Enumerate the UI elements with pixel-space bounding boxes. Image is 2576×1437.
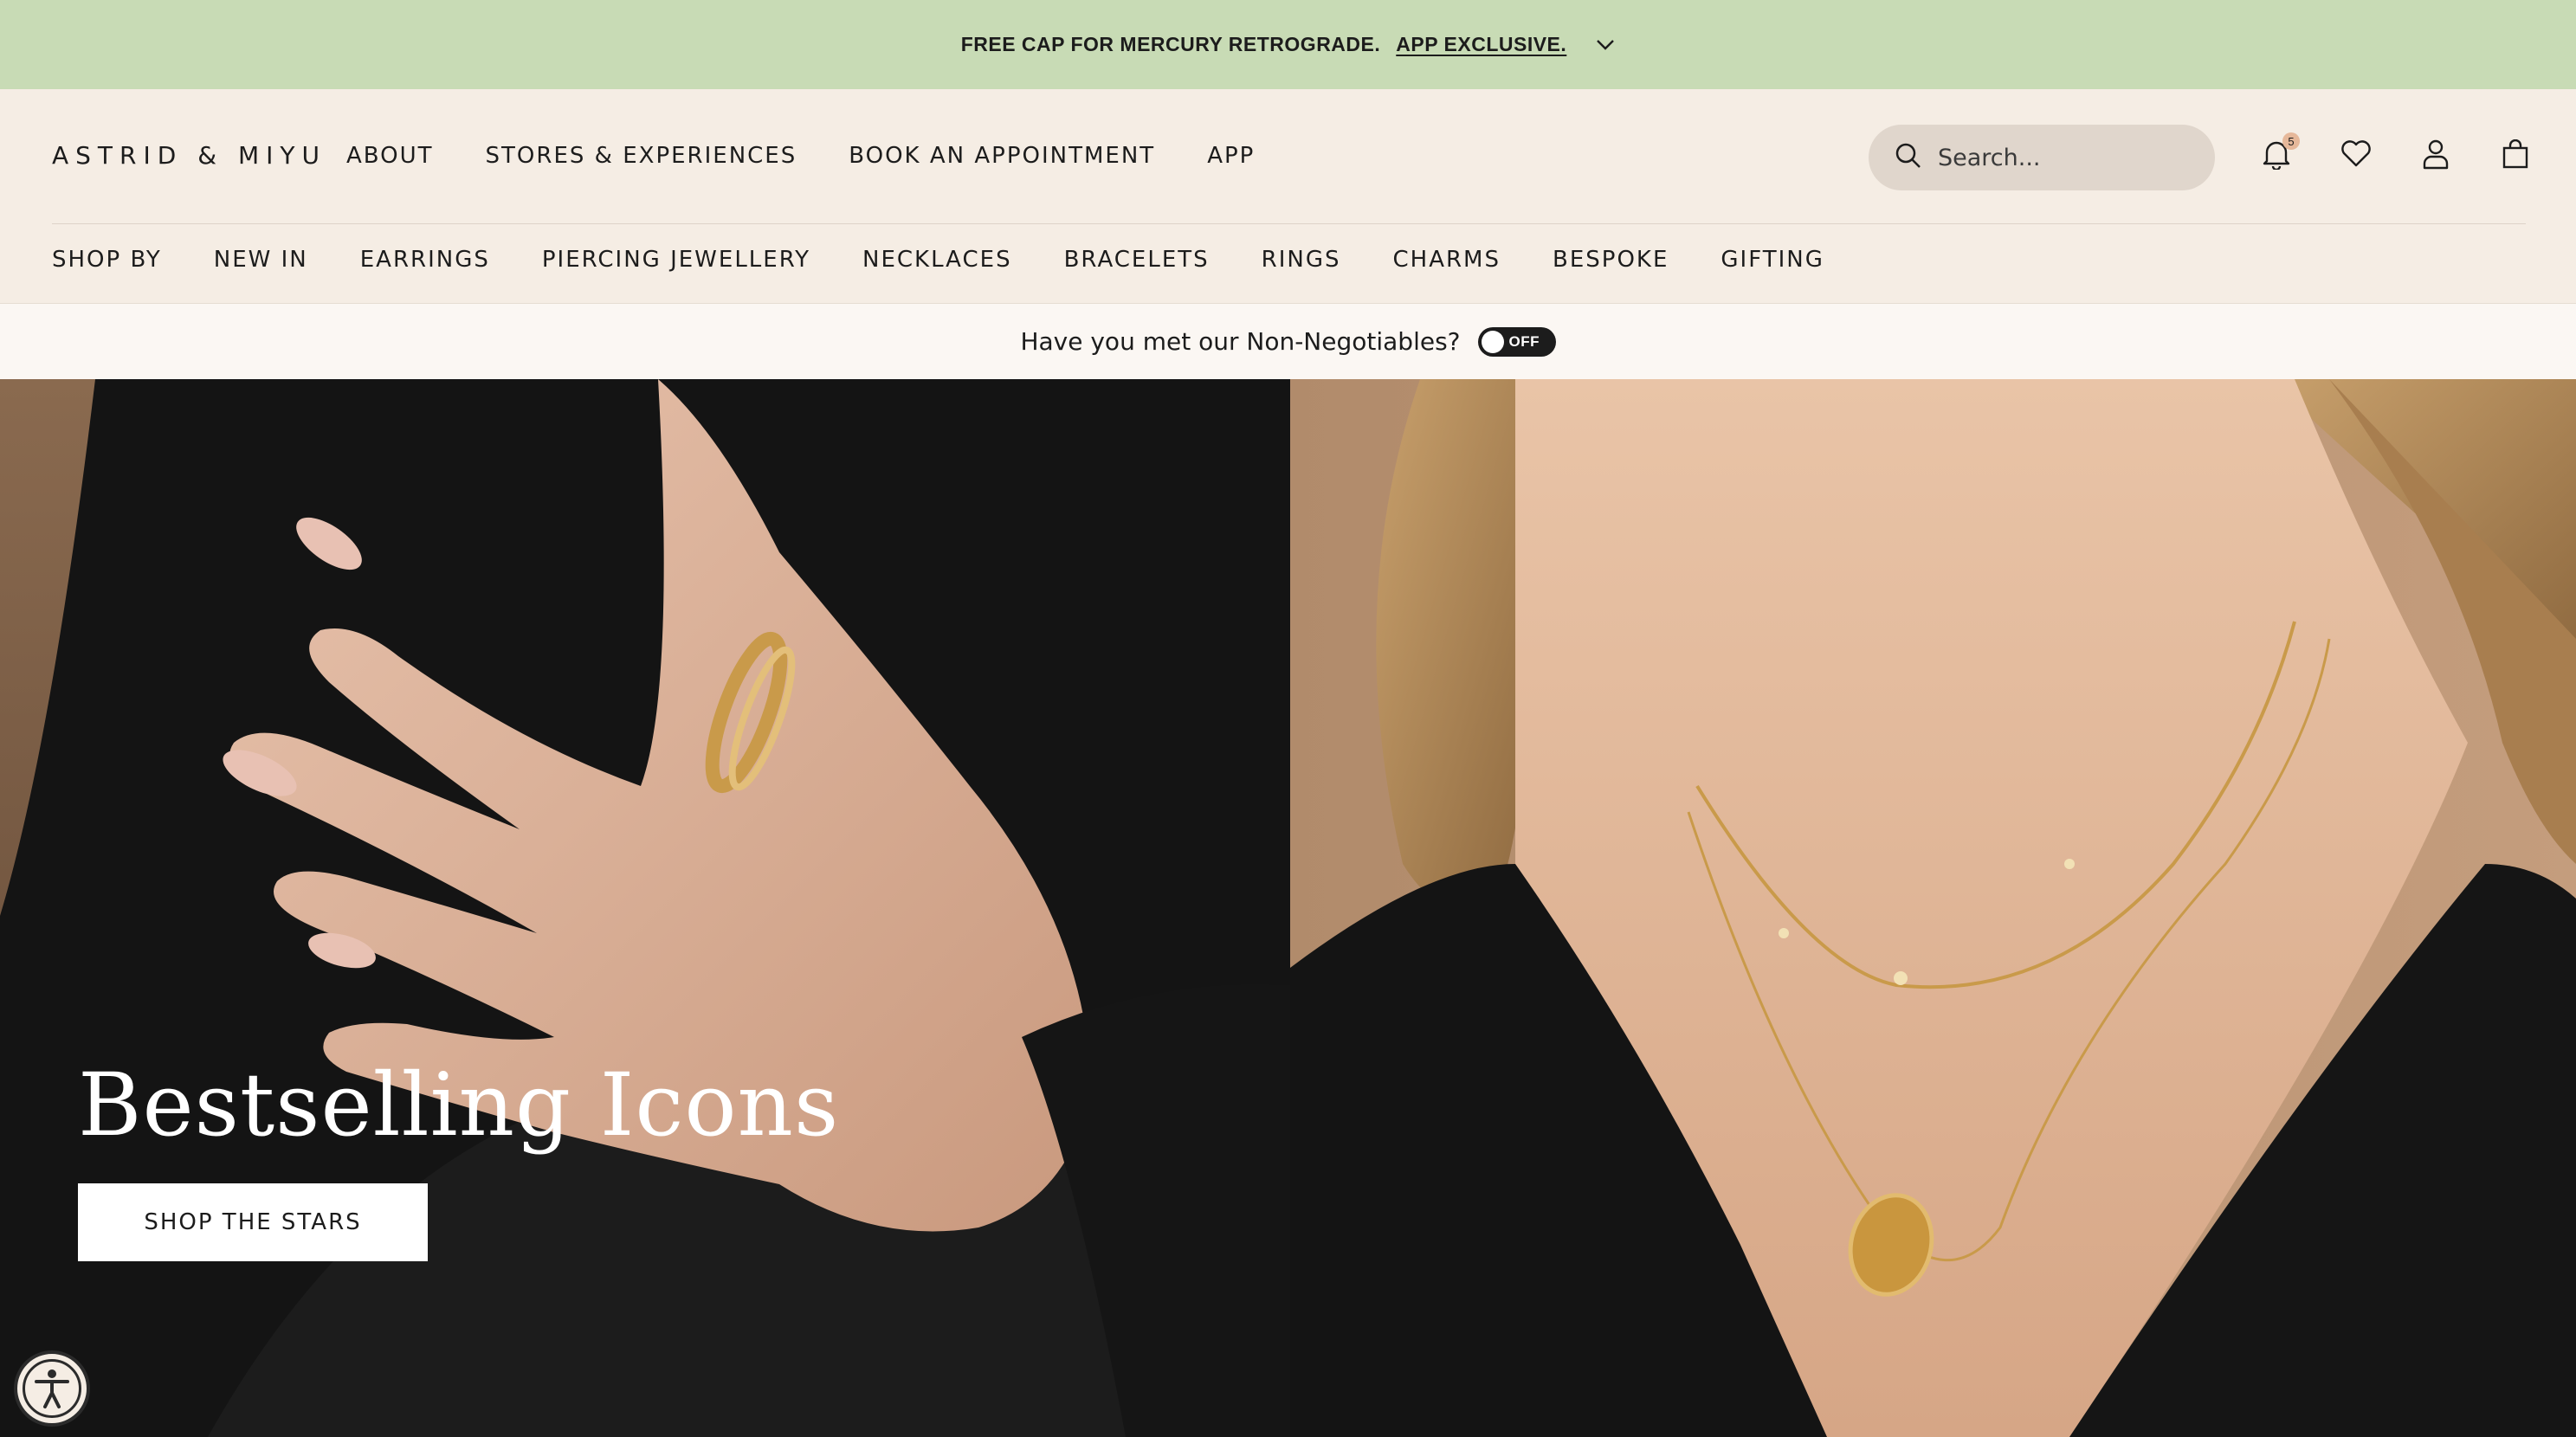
announcement-link[interactable]: APP EXCLUSIVE.	[1396, 33, 1566, 56]
header-divider	[52, 223, 2526, 224]
nav-piercing-jewellery[interactable]: PIERCING JEWELLERY	[542, 247, 810, 273]
announcement-text: FREE CAP FOR MERCURY RETROGRADE.	[960, 33, 1381, 55]
top-nav: ABOUT STORES & EXPERIENCES BOOK AN APPOI…	[346, 143, 1255, 169]
non-negotiables-bar: Have you met our Non-Negotiables? OFF	[0, 303, 2576, 379]
nav-bespoke[interactable]: BESPOKE	[1553, 247, 1669, 273]
hero-title: Bestselling Icons	[78, 1054, 840, 1156]
search-input[interactable]	[1938, 144, 2198, 171]
nav-shop-by[interactable]: SHOP BY	[52, 247, 162, 273]
user-icon[interactable]	[2419, 138, 2452, 171]
nav-rings[interactable]: RINGS	[1262, 247, 1341, 273]
toggle-knob	[1481, 330, 1504, 353]
accessibility-button[interactable]	[14, 1350, 90, 1427]
bell-icon[interactable]: 5	[2260, 132, 2300, 171]
nav-bracelets[interactable]: BRACELETS	[1064, 247, 1210, 273]
shopping-bag-icon[interactable]	[2499, 138, 2532, 171]
nav-book-appointment[interactable]: BOOK AN APPOINTMENT	[849, 143, 1155, 169]
hero-image-necklace[interactable]	[1290, 379, 2576, 1437]
search-box[interactable]	[1869, 125, 2215, 190]
nav-about[interactable]: ABOUT	[346, 143, 434, 169]
header-icons: 5	[2260, 132, 2532, 171]
accessibility-icon	[23, 1359, 81, 1418]
heart-icon[interactable]	[2340, 138, 2373, 171]
site-header: ASTRID & MIYU ABOUT STORES & EXPERIENCES…	[0, 89, 2576, 303]
nav-gifting[interactable]: GIFTING	[1721, 247, 1824, 273]
nav-app[interactable]: APP	[1207, 143, 1255, 169]
category-nav: SHOP BY NEW IN EARRINGS PIERCING JEWELLE…	[52, 247, 1824, 273]
hero-banner: Bestselling Icons SHOP THE STARS	[0, 379, 2576, 1437]
non-negotiables-text: Have you met our Non-Negotiables?	[1020, 327, 1461, 356]
brand-logo[interactable]: ASTRID & MIYU	[52, 141, 326, 170]
non-negotiables-toggle[interactable]: OFF	[1477, 326, 1556, 357]
hero-image-ring[interactable]	[0, 379, 1290, 1437]
announcement-bar[interactable]: FREE CAP FOR MERCURY RETROGRADE. APP EXC…	[0, 0, 2576, 89]
nav-stores-experiences[interactable]: STORES & EXPERIENCES	[486, 143, 797, 169]
shop-the-stars-button[interactable]: SHOP THE STARS	[78, 1183, 428, 1261]
toggle-label: OFF	[1508, 332, 1540, 350]
nav-new-in[interactable]: NEW IN	[214, 247, 308, 273]
nav-charms[interactable]: CHARMS	[1393, 247, 1501, 273]
search-icon[interactable]	[1895, 142, 1922, 174]
nav-necklaces[interactable]: NECKLACES	[862, 247, 1012, 273]
chevron-down-icon[interactable]	[1596, 39, 1615, 51]
notification-count-badge: 5	[2282, 132, 2300, 150]
nav-earrings[interactable]: EARRINGS	[360, 247, 490, 273]
